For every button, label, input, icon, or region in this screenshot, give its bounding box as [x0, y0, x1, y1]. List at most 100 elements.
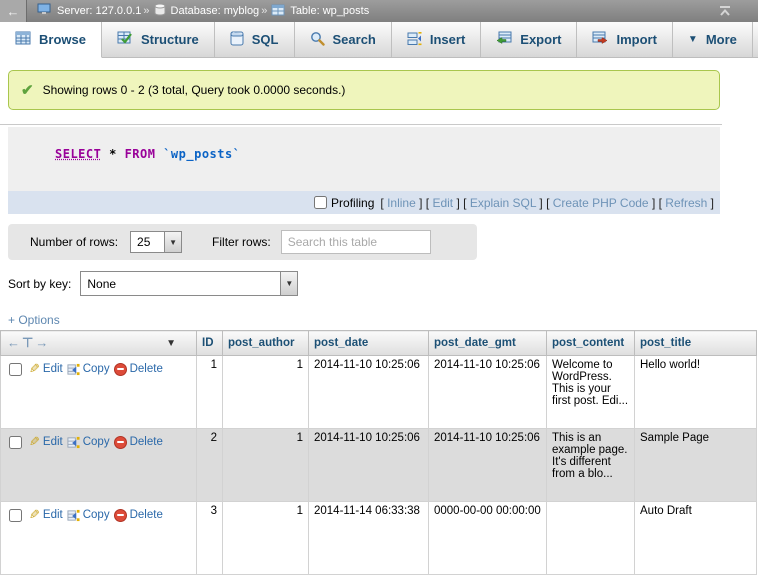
database-icon — [154, 3, 166, 19]
copy-icon — [67, 436, 80, 449]
cell-post-content: This is an example page. It's different … — [547, 429, 635, 502]
profiling-link-create-php-code[interactable]: Create PHP Code — [553, 196, 649, 210]
tab-insert[interactable]: Insert — [392, 22, 481, 57]
profiling-checkbox[interactable] — [314, 196, 327, 209]
options-toggle[interactable]: + Options — [8, 313, 60, 327]
chevron-down-icon[interactable]: ▼ — [166, 338, 190, 349]
cell-post-author: 1 — [223, 502, 309, 575]
edit-action[interactable]: ✎Edit — [29, 434, 63, 450]
column-header-post-title[interactable]: post_title — [635, 331, 757, 356]
column-header-id[interactable]: ID — [197, 331, 223, 356]
column-header-post-author[interactable]: post_author — [223, 331, 309, 356]
profiling-link-refresh[interactable]: Refresh — [665, 196, 707, 210]
tab-search[interactable]: Search — [295, 22, 392, 57]
cell-post-author: 1 — [223, 429, 309, 502]
section-divider — [0, 124, 722, 125]
row-actions-cell: ✎Edit Copy Delete — [1, 356, 197, 429]
row-actions-cell: ✎Edit Copy Delete — [1, 502, 197, 575]
edit-action[interactable]: ✎Edit — [29, 507, 63, 523]
copy-action[interactable]: Copy — [67, 363, 110, 376]
sort-by-key-value: None — [81, 272, 280, 295]
results-table: ←⊤→ ▼ ID post_author post_date post_date… — [0, 330, 757, 575]
copy-action[interactable]: Copy — [67, 509, 110, 522]
profiling-label: Profiling — [331, 196, 374, 210]
tab-insert-label: Insert — [430, 32, 465, 47]
cell-post-title: Auto Draft — [635, 502, 757, 575]
tab-search-label: Search — [333, 32, 376, 47]
pencil-icon: ✎ — [29, 507, 40, 523]
row-checkbox[interactable] — [9, 436, 22, 449]
export-icon — [496, 31, 512, 48]
row-checkbox[interactable] — [9, 363, 22, 376]
number-of-rows-select[interactable]: 25 ▼ — [130, 231, 182, 253]
nav-tabs: Browse Structure SQL Search Insert Expor… — [0, 22, 758, 58]
column-header-post-date[interactable]: post_date — [309, 331, 429, 356]
filter-rows-label: Filter rows: — [212, 235, 271, 249]
success-message: ✔ Showing rows 0 - 2 (3 total, Query too… — [8, 70, 720, 110]
tab-import[interactable]: Import — [577, 22, 672, 57]
filter-rows-input[interactable] — [281, 230, 431, 254]
tab-export[interactable]: Export — [481, 22, 577, 57]
back-arrow-button[interactable]: ← — [0, 0, 27, 22]
cell-post-title: Sample Page — [635, 429, 757, 502]
cell-post-title: Hello world! — [635, 356, 757, 429]
chevron-down-icon: ▼ — [164, 232, 181, 252]
profiling-link-edit[interactable]: Edit — [432, 196, 453, 210]
cell-id: 3 — [197, 502, 223, 575]
server-icon — [37, 3, 52, 19]
cell-id: 2 — [197, 429, 223, 502]
sql-document-icon — [230, 31, 244, 49]
delete-action[interactable]: Delete — [114, 509, 163, 522]
sort-by-key-select[interactable]: None ▼ — [80, 271, 298, 296]
breadcrumb-database[interactable]: Database: myblog — [171, 5, 260, 17]
tab-browse[interactable]: Browse — [0, 22, 102, 58]
sql-query-box: SELECT * FROM `wp_posts` — [8, 127, 720, 191]
tab-structure[interactable]: Structure — [102, 22, 215, 57]
profiling-toolbar: Profiling [ Inline ] [ Edit ] [ Explain … — [8, 191, 720, 214]
tab-export-label: Export — [520, 32, 561, 47]
tab-sql-label: SQL — [252, 32, 279, 47]
cell-post-author: 1 — [223, 356, 309, 429]
number-of-rows-value: 25 — [131, 232, 164, 252]
table-row: ✎Edit Copy Delete 2 1 2014-11-10 10:25:0… — [1, 429, 757, 502]
sql-select-keyword[interactable]: SELECT — [55, 147, 101, 161]
phpmyadmin-browse-page: { "topbar": { "back": "←", "server": "Se… — [0, 0, 758, 542]
breadcrumb-separator: » — [261, 5, 267, 17]
breadcrumb-table[interactable]: Table: wp_posts — [290, 5, 369, 17]
sort-control: Sort by key: None ▼ — [8, 271, 298, 296]
tab-structure-label: Structure — [141, 32, 199, 47]
profiling-link-explain-sql[interactable]: Explain SQL — [470, 196, 536, 210]
table-icon — [271, 4, 285, 19]
browse-table-icon — [15, 31, 31, 48]
row-checkbox[interactable] — [9, 509, 22, 522]
collapse-panel-icon[interactable] — [718, 5, 732, 17]
tab-more[interactable]: ▼ More — [673, 22, 753, 57]
breadcrumb-server[interactable]: Server: 127.0.0.1 — [57, 5, 141, 17]
structure-icon — [117, 31, 133, 48]
column-header-post-content[interactable]: post_content — [547, 331, 635, 356]
cell-post-date: 2014-11-10 10:25:06 — [309, 356, 429, 429]
query-action-links: [ Inline ] [ Edit ] [ Explain SQL ] [ Cr… — [380, 196, 714, 210]
sql-query-text: SELECT * FROM `wp_posts` — [55, 147, 240, 161]
row-actions-cell: ✎Edit Copy Delete — [1, 429, 197, 502]
success-message-text: Showing rows 0 - 2 (3 total, Query took … — [43, 83, 346, 97]
cell-post-content — [547, 502, 635, 575]
chevron-down-icon: ▼ — [688, 34, 698, 45]
move-columns-control[interactable]: ←⊤→ — [7, 335, 50, 351]
delete-action[interactable]: Delete — [114, 436, 163, 449]
cell-id: 1 — [197, 356, 223, 429]
delete-icon — [114, 436, 127, 449]
pencil-icon: ✎ — [29, 361, 40, 377]
delete-action[interactable]: Delete — [114, 363, 163, 376]
table-row: ✎Edit Copy Delete 1 1 2014-11-10 10:25:0… — [1, 356, 757, 429]
copy-action[interactable]: Copy — [67, 436, 110, 449]
column-header-post-date-gmt[interactable]: post_date_gmt — [429, 331, 547, 356]
edit-action[interactable]: ✎Edit — [29, 361, 63, 377]
sql-star: * — [109, 147, 117, 161]
cell-post-date-gmt: 2014-11-10 10:25:06 — [429, 356, 547, 429]
tab-sql[interactable]: SQL — [215, 22, 295, 57]
cell-post-date-gmt: 2014-11-10 10:25:06 — [429, 429, 547, 502]
profiling-link-inline[interactable]: Inline — [387, 196, 416, 210]
delete-icon — [114, 509, 127, 522]
cell-post-content: Welcome to WordPress. This is your first… — [547, 356, 635, 429]
